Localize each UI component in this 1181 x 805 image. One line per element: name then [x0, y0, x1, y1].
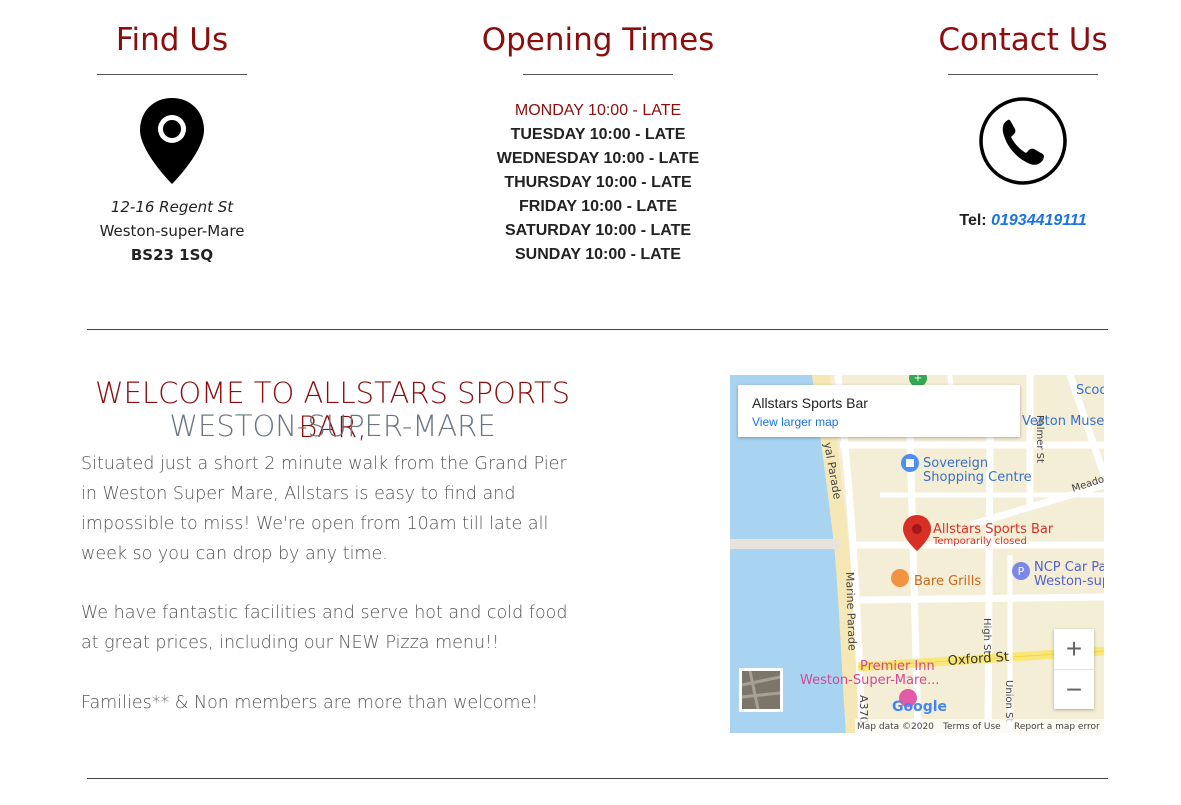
map-label-union-st: Union St — [1003, 680, 1014, 722]
contact-us-title: Contact Us — [938, 22, 1108, 58]
location-pin-icon — [138, 96, 206, 186]
tel-number-link[interactable]: 01934419111 — [991, 212, 1087, 229]
hours-thursday: THURSDAY 10:00 - LATE — [504, 174, 692, 191]
satellite-toggle-button[interactable] — [740, 669, 782, 711]
map-terms-link[interactable]: Terms of Use — [942, 722, 1001, 732]
map-label-premier-inn: Premier Inn — [860, 659, 935, 674]
map-report-error-link[interactable]: Report a map error — [1014, 722, 1100, 732]
opening-times-title: Opening Times — [481, 22, 715, 58]
map-label-school: Scoo — [1076, 383, 1104, 398]
map-label-marine-parade: Marine Parade — [843, 572, 859, 652]
map-label-shopping-centre: Shopping Centre — [923, 470, 1032, 485]
hours-monday: MONDAY 10:00 - LATE — [514, 102, 682, 119]
welcome-heading-line2: WESTON-SUPER-MARE — [169, 409, 496, 443]
hours-friday: FRIDAY 10:00 - LATE — [519, 198, 677, 215]
map-zoom-controls: + − — [1054, 629, 1094, 709]
google-logo: Google — [892, 699, 947, 715]
tel-label: Tel: — [959, 212, 987, 229]
svg-text:P: P — [1018, 565, 1025, 578]
map-info-card: Allstars Sports Bar View larger map — [738, 385, 1020, 437]
opening-hours-list: MONDAY 10:00 - LATE TUESDAY 10:00 - LATE… — [448, 99, 748, 267]
map-label-ncp-2: Weston-sup — [1034, 574, 1104, 589]
address-line-1: 12-16 Regent St — [110, 198, 234, 216]
map-label-high-st: High St — [981, 618, 992, 655]
google-map-embed[interactable]: + Sovereign Shopping Centre Allstars Spo… — [730, 375, 1104, 733]
zoom-out-button[interactable]: − — [1054, 670, 1094, 710]
map-label-oxford-st: Oxford St — [947, 650, 1009, 669]
map-data-credit: Map data ©2020 — [857, 722, 934, 732]
map-label-ncp: NCP Car Pa — [1034, 560, 1104, 575]
hours-sunday: SUNDAY 10:00 - LATE — [515, 246, 681, 263]
contact-telephone: Tel: 01934419111 — [923, 212, 1123, 230]
map-label-sovereign: Sovereign — [923, 456, 988, 471]
find-us-title: Find Us — [115, 22, 229, 58]
map-pin-status: Temporarily closed — [932, 536, 1027, 547]
find-us-divider — [97, 74, 247, 75]
view-larger-map-link[interactable]: View larger map — [752, 415, 838, 429]
section-divider-top — [87, 329, 1108, 330]
svg-text:+: + — [914, 375, 922, 384]
zoom-in-button[interactable]: + — [1054, 629, 1094, 670]
address-postcode: BS23 1SQ — [130, 246, 214, 264]
welcome-paragraph-2: We have fantastic facilities and serve h… — [81, 603, 568, 653]
welcome-paragraph-1: Situated just a short 2 minute walk from… — [81, 454, 567, 564]
welcome-paragraph-3: Families** & Non members are more than w… — [81, 693, 539, 713]
hours-wednesday: WEDNESDAY 10:00 - LATE — [496, 150, 700, 167]
contact-us-divider — [948, 74, 1098, 75]
phone-icon — [978, 96, 1068, 186]
map-label-bare-grills: Bare Grills — [914, 574, 981, 589]
map-label-museum: Veston Museu — [1022, 414, 1104, 429]
hours-saturday: SATURDAY 10:00 - LATE — [504, 222, 692, 239]
map-label-premier-inn-2: Weston-Super-Mare... — [800, 673, 939, 688]
section-divider-bottom — [87, 778, 1108, 779]
hours-tuesday: TUESDAY 10:00 - LATE — [510, 126, 686, 143]
opening-times-divider — [523, 74, 673, 75]
map-place-name: Allstars Sports Bar — [752, 395, 868, 411]
address-line-2: Weston-super-Mare — [99, 222, 245, 240]
map-pin-label: Allstars Sports Bar — [933, 522, 1054, 537]
